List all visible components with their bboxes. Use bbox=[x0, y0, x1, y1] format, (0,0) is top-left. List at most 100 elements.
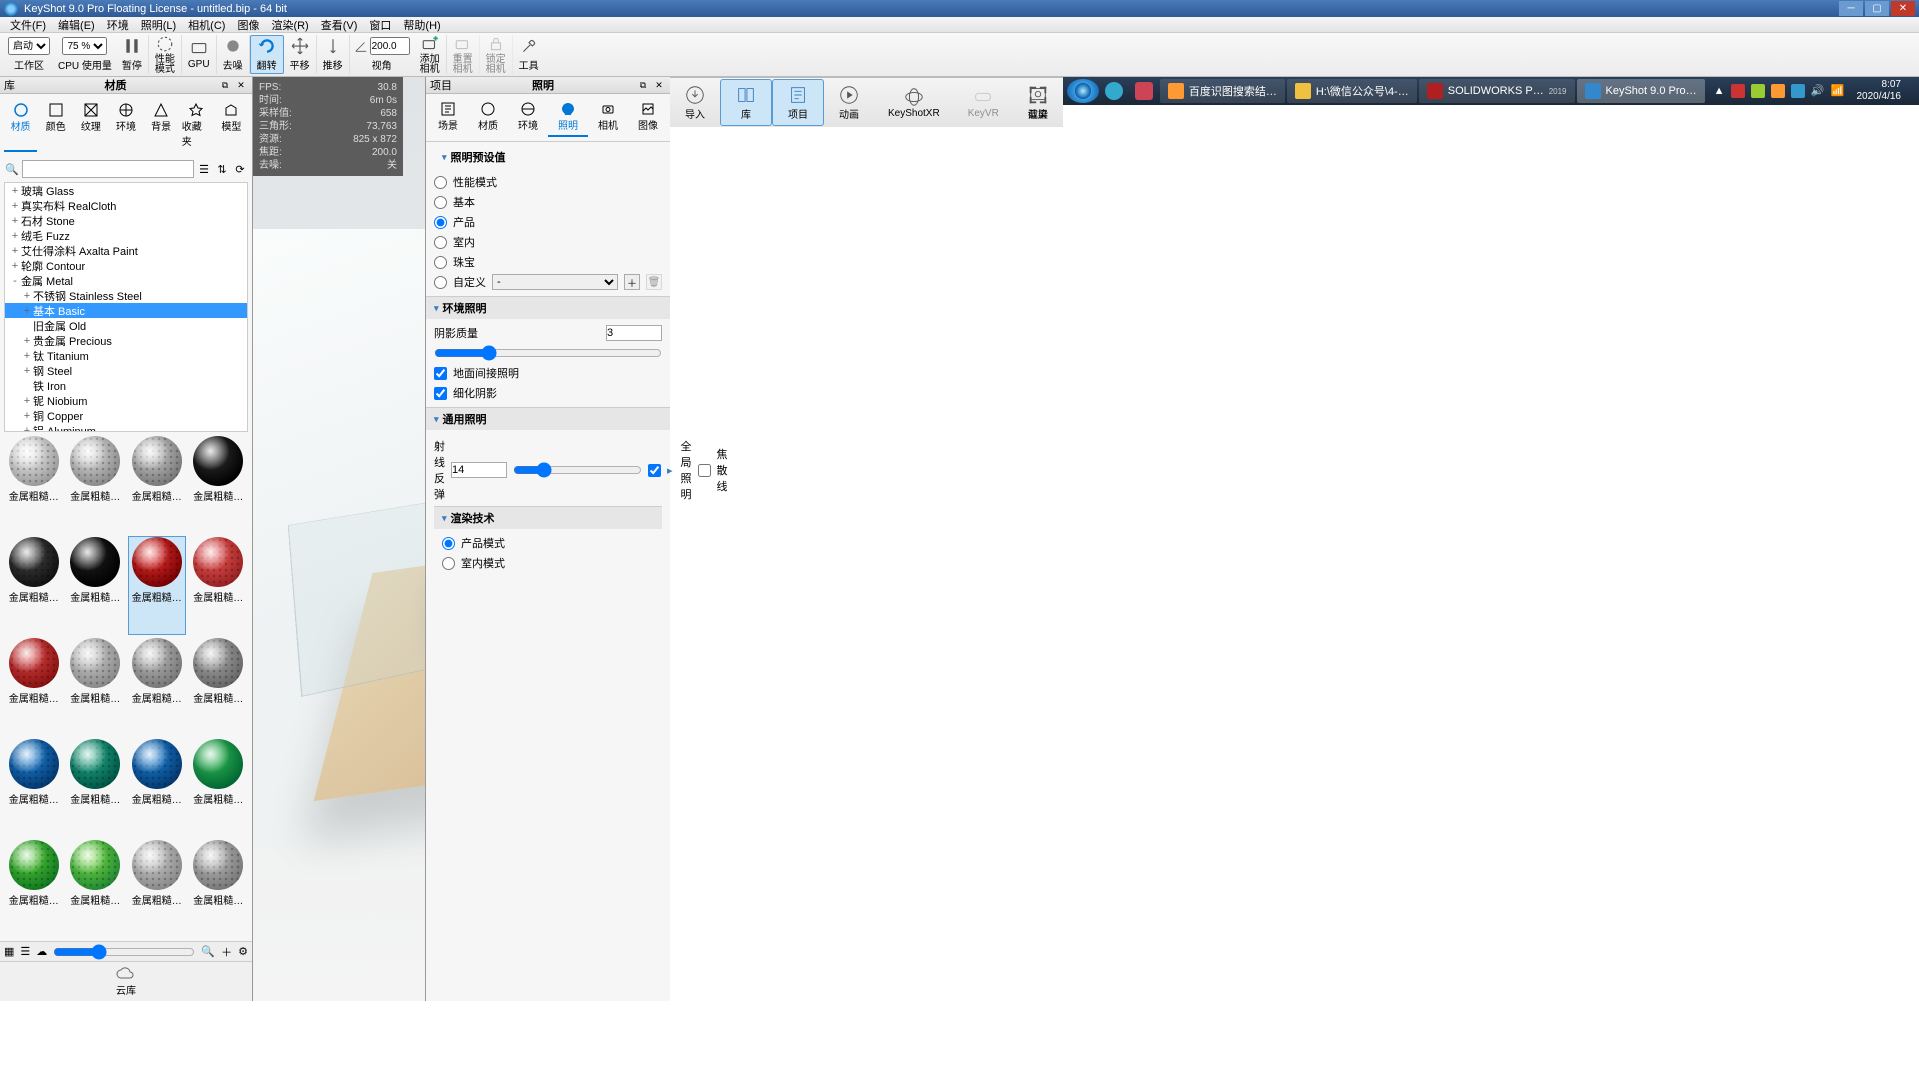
panel-close-button[interactable]: ✕ bbox=[234, 78, 248, 92]
lock-camera-button[interactable]: 锁定 相机 bbox=[480, 35, 513, 74]
library-tab[interactable]: 颜色 bbox=[39, 98, 72, 152]
menu-item[interactable]: 查看(V) bbox=[315, 17, 364, 33]
material-thumb[interactable]: 金属粗糙… bbox=[129, 537, 185, 634]
sort-icon[interactable]: ⇅ bbox=[214, 161, 230, 177]
menu-item[interactable]: 环境 bbox=[101, 17, 135, 33]
material-thumb[interactable]: 金属粗糙… bbox=[191, 436, 247, 533]
material-thumb[interactable]: 金属粗糙… bbox=[191, 739, 247, 836]
viewport[interactable]: FPS:30.8时间:6m 0s采样值:658三角形:73,763资源:825 … bbox=[253, 77, 425, 1001]
tray-icon[interactable] bbox=[1791, 84, 1805, 98]
tree-node[interactable]: + 钢 Steel bbox=[5, 363, 247, 378]
preset-custom-radio[interactable] bbox=[434, 276, 447, 289]
render-tech-header[interactable]: 渲染技术 bbox=[451, 510, 495, 526]
custom-preset-select[interactable]: - bbox=[492, 274, 618, 290]
project-button[interactable]: 项目 bbox=[772, 79, 824, 126]
reset-camera-button[interactable]: 重置 相机 bbox=[447, 35, 480, 74]
tree-node[interactable]: + 艾仕得涂料 Axalta Paint bbox=[5, 243, 247, 258]
settings-icon[interactable]: ⚙ bbox=[238, 945, 248, 958]
animation-button[interactable]: 动画 bbox=[824, 80, 874, 125]
ray-bounce-slider[interactable] bbox=[513, 462, 642, 478]
zoom-out-icon[interactable]: 🔍 bbox=[201, 945, 215, 958]
tree-node[interactable]: + 绒毛 Fuzz bbox=[5, 228, 247, 243]
tree-node[interactable]: + 铜 Copper bbox=[5, 408, 247, 423]
pause-button[interactable]: 暂停 bbox=[116, 35, 149, 74]
library-tab[interactable]: 纹理 bbox=[74, 98, 107, 152]
taskbar-pin-2[interactable] bbox=[1129, 79, 1159, 103]
material-thumb[interactable]: 金属粗糙… bbox=[68, 840, 124, 937]
caustics-checkbox[interactable] bbox=[698, 464, 711, 477]
menu-item[interactable]: 图像 bbox=[231, 17, 265, 33]
interior-mode-radio[interactable] bbox=[442, 557, 455, 570]
material-tree[interactable]: + 玻璃 Glass+ 真实布料 RealCloth+ 石材 Stone+ 绒毛… bbox=[4, 182, 248, 432]
material-thumb[interactable]: 金属粗糙… bbox=[6, 638, 62, 735]
material-thumb[interactable]: 金属粗糙… bbox=[68, 436, 124, 533]
tree-node[interactable]: + 钛 Titanium bbox=[5, 348, 247, 363]
orbit-button[interactable]: 推移 bbox=[317, 35, 350, 74]
tree-node[interactable]: + 不锈钢 Stainless Steel bbox=[5, 288, 247, 303]
tray-expand-icon[interactable]: ▲ bbox=[1714, 85, 1725, 97]
preset-option[interactable]: 基本 bbox=[434, 192, 662, 212]
fov-input[interactable] bbox=[370, 37, 410, 55]
tree-node[interactable]: + 铝 Aluminum bbox=[5, 423, 247, 432]
library-tab[interactable]: 背景 bbox=[145, 98, 178, 152]
preset-option[interactable]: 珠宝 bbox=[434, 252, 662, 272]
denoise-button[interactable]: 去噪 bbox=[217, 35, 250, 74]
delete-preset-button[interactable]: 🗑 bbox=[646, 274, 662, 290]
menu-item[interactable]: 编辑(E) bbox=[52, 17, 101, 33]
ray-bounce-input[interactable] bbox=[451, 462, 507, 478]
thumb-zoom-slider[interactable] bbox=[53, 944, 195, 960]
library-tab[interactable]: 材质 bbox=[4, 98, 37, 152]
cloud-library-button[interactable]: 云库 bbox=[0, 961, 252, 1001]
tree-node[interactable]: - 金属 Metal bbox=[5, 273, 247, 288]
tray-icon[interactable] bbox=[1771, 84, 1785, 98]
preset-option[interactable]: 室内 bbox=[434, 232, 662, 252]
menu-item[interactable]: 窗口 bbox=[363, 17, 397, 33]
project-tab[interactable]: 照明 bbox=[548, 98, 588, 137]
env-lighting-header[interactable]: 环境照明 bbox=[443, 300, 487, 316]
preset-option[interactable]: 性能模式 bbox=[434, 172, 662, 192]
list-view-icon[interactable]: ☰ bbox=[20, 945, 30, 958]
maximize-button[interactable]: ▢ bbox=[1865, 1, 1889, 16]
library-tab[interactable]: 环境 bbox=[109, 98, 142, 152]
material-thumb[interactable]: 金属粗糙… bbox=[129, 840, 185, 937]
minimize-button[interactable]: ─ bbox=[1839, 1, 1863, 16]
volume-icon[interactable]: 🔊 bbox=[1811, 84, 1825, 98]
general-lighting-header[interactable]: 通用照明 bbox=[443, 411, 487, 427]
material-thumb[interactable]: 金属粗糙… bbox=[6, 436, 62, 533]
material-thumb[interactable]: 金属粗糙… bbox=[6, 840, 62, 937]
library-tab[interactable]: 收藏夹 bbox=[180, 98, 213, 152]
project-tab[interactable]: 环境 bbox=[508, 98, 548, 137]
tray-icon[interactable] bbox=[1751, 84, 1765, 98]
project-tab[interactable]: 相机 bbox=[588, 98, 628, 137]
keyshotxr-button[interactable]: KeyShotXR bbox=[874, 82, 954, 123]
tree-node[interactable]: + 轮廓 Contour bbox=[5, 258, 247, 273]
tree-node[interactable]: + 真实布料 RealCloth bbox=[5, 198, 247, 213]
material-thumb[interactable]: 金属粗糙… bbox=[6, 537, 62, 634]
shadow-quality-input[interactable] bbox=[606, 325, 662, 341]
pan-button[interactable]: 平移 bbox=[284, 35, 317, 74]
material-thumb[interactable]: 金属粗糙… bbox=[191, 638, 247, 735]
start-button[interactable] bbox=[1067, 79, 1099, 103]
material-thumb[interactable]: 金属粗糙… bbox=[191, 840, 247, 937]
startup-select[interactable]: 启动 bbox=[8, 37, 50, 55]
taskbar-clock[interactable]: 8:072020/4/16 bbox=[1851, 79, 1908, 103]
flip-button[interactable]: 翻转 bbox=[250, 35, 284, 74]
panel-undock-button[interactable]: ⧉ bbox=[636, 78, 650, 92]
tree-node[interactable]: + 石材 Stone bbox=[5, 213, 247, 228]
taskbar-item[interactable]: H:\微信公众号\4-… bbox=[1287, 79, 1417, 103]
zoom-select[interactable]: 75 % bbox=[62, 37, 107, 55]
taskbar-pin-1[interactable] bbox=[1099, 79, 1129, 103]
project-tab[interactable]: 图像 bbox=[628, 98, 668, 137]
close-button[interactable]: ✕ bbox=[1891, 1, 1915, 16]
menu-item[interactable]: 帮助(H) bbox=[397, 17, 446, 33]
ground-indirect-checkbox[interactable] bbox=[434, 367, 447, 380]
refresh-icon[interactable]: ⟳ bbox=[232, 161, 248, 177]
material-thumb[interactable]: 金属粗糙… bbox=[129, 739, 185, 836]
gpu-button[interactable]: GPU bbox=[182, 35, 217, 74]
tree-node[interactable]: 铁 Iron bbox=[5, 378, 247, 393]
material-thumb[interactable]: 金属粗糙… bbox=[6, 739, 62, 836]
tree-node[interactable]: + 玻璃 Glass bbox=[5, 183, 247, 198]
keyvr-button[interactable]: KeyVR bbox=[954, 82, 1013, 123]
tree-node[interactable]: + 基本 Basic bbox=[5, 303, 247, 318]
material-thumb[interactable]: 金属粗糙… bbox=[68, 537, 124, 634]
